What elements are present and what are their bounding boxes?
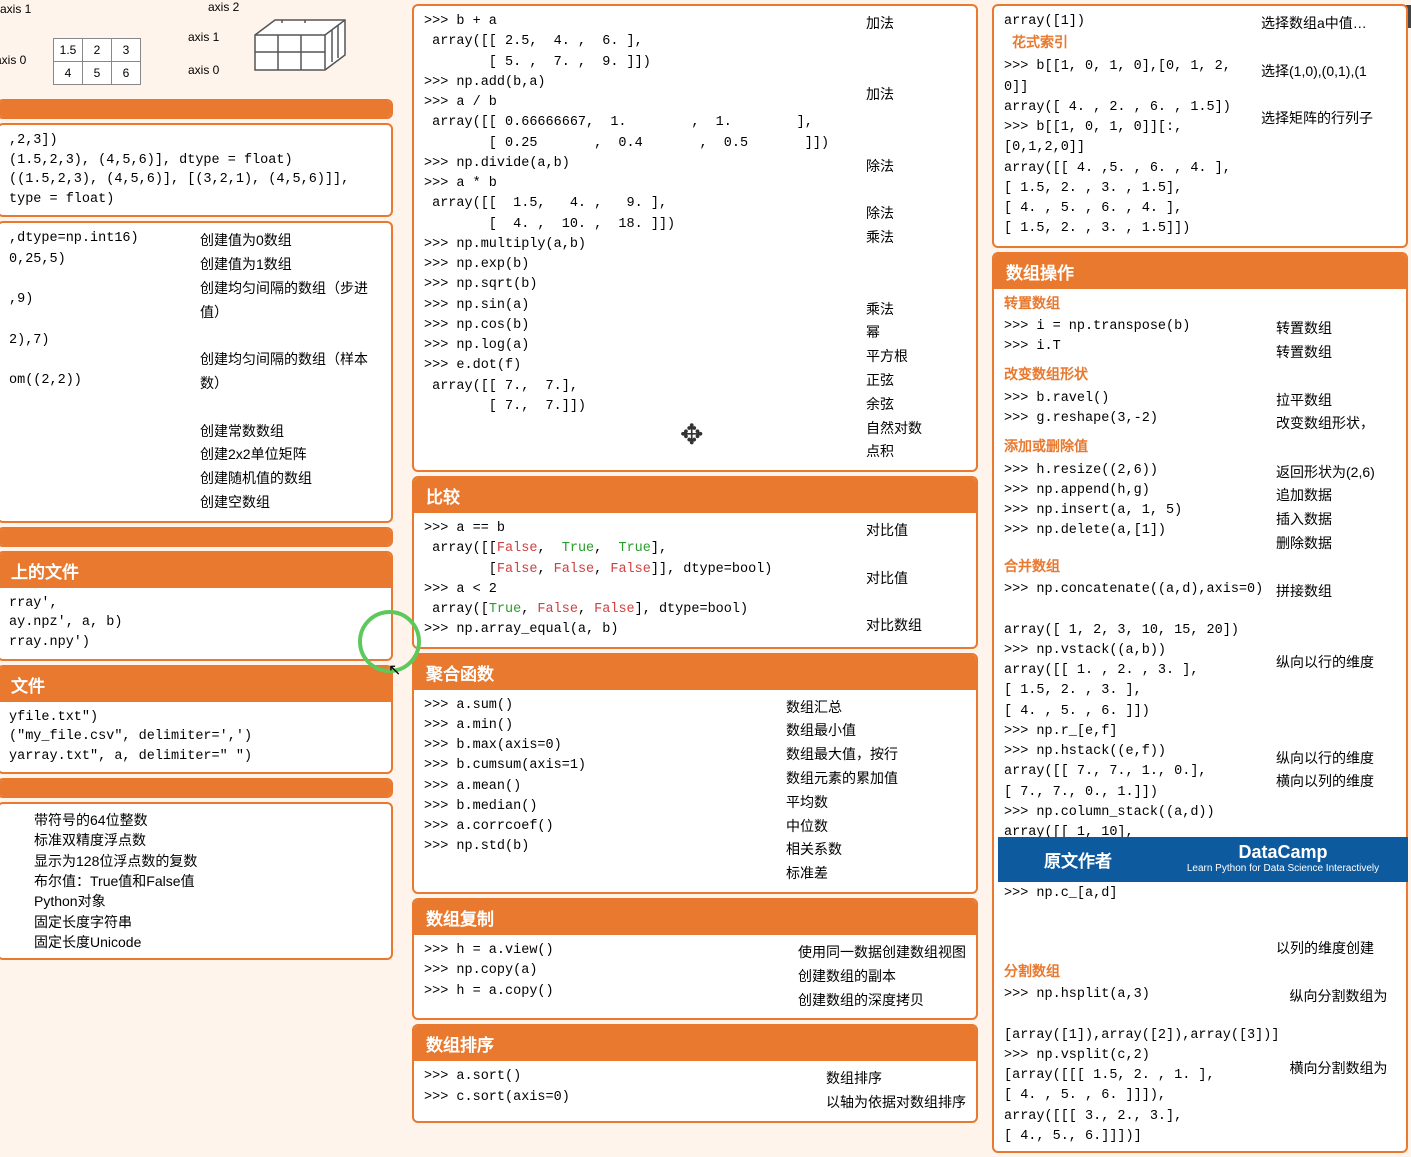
code-block: >>> i = np.transpose(b)>>> i.T [1004, 317, 1266, 365]
agg-desc: 数组汇总数组最小值 数组最大值，按行数组元素的累加值 平均数中位数 相关系数标准… [776, 696, 966, 886]
idx-desc: 选择数组a中值… 选择(1,0),(0,1),(1 选择矩阵的行列子 [1251, 12, 1396, 240]
section-header: 聚合函数 [414, 655, 976, 690]
code-block: >>> a.sort()>>> c.sort(axis=0) [424, 1067, 816, 1115]
column-2: >>> b + a array([[ 2.5, 4. , 6. ], [ 5. … [410, 0, 980, 1127]
section-header: 文件 [0, 667, 391, 702]
box-arith-code: ,2,3]) (1.5,2,3), (4,5,6)], dtype = floa… [0, 123, 393, 217]
cube-3d-icon [250, 10, 350, 85]
box-io2: 文件 yfile.txt") ("my_file.csv", delimiter… [0, 665, 393, 775]
code-block: array([1]) 花式索引 >>> b[[1, 0, 1, 0],[0, 1… [1004, 12, 1251, 240]
axis-label: axis 2 [208, 0, 239, 14]
code-block: >>> a.sum()>>> a.min() >>> b.max(axis=0)… [424, 696, 776, 886]
code-block: >>> np.concatenate((a,d),axis=0) array([… [1004, 580, 1266, 961]
box-arith-partial [0, 99, 393, 119]
code-block: yfile.txt") ("my_file.csv", delimiter=',… [9, 708, 381, 767]
add-desc: 返回形状为(2,6)追加数据插入数据删除数据 [1266, 461, 1396, 556]
footer: 原文作者 DataCamp Learn Python for Data Scie… [998, 837, 1408, 882]
axis-label: axis 0 [188, 63, 219, 77]
dtypes-list: 带符号的64位整数标准双精度浮点数 显示为128位浮点数的复数布尔值：True值… [0, 804, 391, 958]
code-block: >>> a == b array([[False, True, True], [… [424, 519, 856, 641]
sort-desc: 数组排序以轴为依据对数组排序 [816, 1067, 966, 1115]
box-dtypes: 带符号的64位整数标准双精度浮点数 显示为128位浮点数的复数布尔值：True值… [0, 802, 393, 960]
code-block: rray', ay.npz', a, b) rray.npy') [9, 594, 381, 653]
box-io-spacer [0, 527, 393, 547]
box-copy: 数组复制 >>> h = a.view()>>> np.copy(a)>>> h… [412, 898, 978, 1020]
section-header: 数组操作 [994, 254, 1406, 289]
copy-desc: 使用同一数据创建数组视图创建数组的副本创建数组的深度拷贝 [788, 941, 966, 1012]
section-header: 数组复制 [414, 900, 976, 935]
create-code: ,dtype=np.int16) 0,25,5) ,9) 2),7) om((2… [9, 229, 190, 515]
subsection-header: 改变数组形状 [996, 364, 1404, 388]
code-block: >>> b + a array([[ 2.5, 4. , 6. ], [ 5. … [424, 12, 856, 417]
column-3: array([1]) 花式索引 >>> b[[1, 0, 1, 0],[0, 1… [990, 0, 1410, 1157]
create-desc: 创建值为0数组创建值为1数组 创建均匀间隔的数组（步进值） 创建均匀间隔的数组（… [190, 229, 381, 515]
footer-author-label: 原文作者 [998, 837, 1158, 882]
subsection-header: 分割数组 [996, 961, 1404, 985]
box-create: ,dtype=np.int16) 0,25,5) ,9) 2),7) om((2… [0, 221, 393, 523]
array-2d-grid: 1.523 456 [53, 38, 141, 85]
box-sort: 数组排序 >>> a.sort()>>> c.sort(axis=0) 数组排序… [412, 1024, 978, 1123]
subsection-header: 花式索引 [1004, 32, 1251, 57]
code-block: >>> h.resize((2,6))>>> np.append(h,g)>>>… [1004, 461, 1266, 556]
subsection-header: 转置数组 [996, 293, 1404, 317]
trans-desc: 转置数组转置数组 [1266, 317, 1396, 365]
box-indexing: array([1]) 花式索引 >>> b[[1, 0, 1, 0],[0, 1… [992, 4, 1408, 248]
section-header: 上的文件 [0, 553, 391, 588]
section-header: 比较 [414, 478, 976, 513]
code-block: ,2,3]) (1.5,2,3), (4,5,6)], dtype = floa… [9, 131, 381, 209]
comb-desc: 拼接数组 纵向以行的维度 纵向以行的维度横向以列的维度 以列的维度创建 以列的维… [1266, 580, 1396, 961]
box-io1: 上的文件 rray', ay.npz', a, b) rray.npy') [0, 551, 393, 661]
section-header: 数组排序 [414, 1026, 976, 1061]
axis-label: axis 0 [0, 53, 26, 67]
footer-datacamp: DataCamp Learn Python for Data Science I… [1158, 837, 1408, 882]
subsection-header: 合并数组 [996, 556, 1404, 580]
subsection-header: 添加或删除值 [996, 436, 1404, 460]
axis-diagram: axis 1 axis 0 1.523 456 axis 2 axis 1 ax… [0, 0, 395, 95]
axis-label: axis 1 [188, 30, 219, 44]
box-dtypes-spacer [0, 778, 393, 798]
code-block: >>> b.ravel()>>> g.reshape(3,-2) [1004, 389, 1266, 437]
cursor-icon: ↖ [388, 660, 401, 680]
code-block: >>> np.hsplit(a,3) [array([1]),array([2]… [1004, 985, 1279, 1147]
box-compare: 比较 >>> a == b array([[False, True, True]… [412, 476, 978, 649]
box-ops: 数组操作 转置数组 >>> i = np.transpose(b)>>> i.T… [992, 252, 1408, 1154]
code-block: >>> h = a.view()>>> np.copy(a)>>> h = a.… [424, 941, 788, 1012]
reshape-desc: 拉平数组改变数组形状， [1266, 389, 1396, 437]
split-desc: 纵向分割数组为 横向分割数组为 [1279, 985, 1396, 1147]
box-agg: 聚合函数 >>> a.sum()>>> a.min() >>> b.max(ax… [412, 653, 978, 894]
box-arith: >>> b + a array([[ 2.5, 4. , 6. ], [ 5. … [412, 4, 978, 472]
column-1: axis 1 axis 0 1.523 456 axis 2 axis 1 ax… [0, 0, 395, 964]
move-cursor-icon: ✥ [680, 418, 703, 451]
cmp-desc: 对比值 对比值 对比数组 [856, 519, 966, 641]
axis-label: axis 1 [0, 2, 31, 16]
arith-desc: 加法 加法 除法 除法 乘法 乘法幂 平方根正弦 余弦自然对数 点积 [856, 12, 966, 464]
